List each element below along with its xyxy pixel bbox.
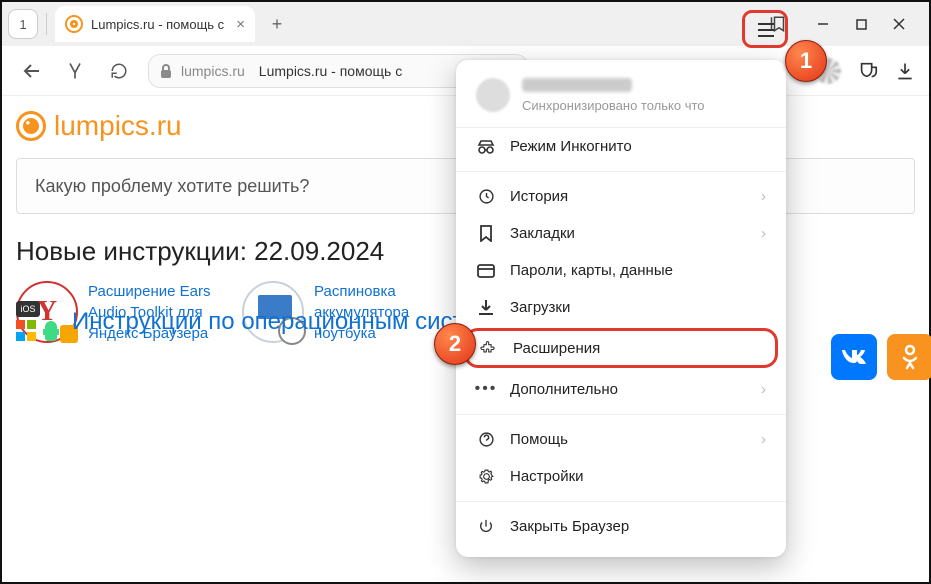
close-tab-icon[interactable]: × [236,16,245,33]
social-buttons [831,334,931,380]
menu-passwords[interactable]: Пароли, карты, данные [456,252,786,289]
menu-separator [456,501,786,502]
callout-1: 1 [785,40,827,82]
menu-settings[interactable]: Настройки [456,458,786,495]
gear-icon [476,468,496,485]
windows-icon [16,320,38,342]
menu-separator [456,171,786,172]
maximize-button[interactable] [843,8,879,40]
tab-bar: 1 Lumpics.ru - помощь с × + [2,2,929,46]
sync-status: Синхронизировано только что [522,98,705,113]
history-icon [476,188,496,205]
menu-separator [456,414,786,415]
puzzle-icon [479,339,499,357]
menu-label: Закрыть Браузер [510,518,629,535]
lock-icon [159,63,173,79]
ok-button[interactable] [887,334,931,380]
chevron-right-icon: › [761,381,766,398]
url-domain: lumpics.ru [181,63,245,79]
url-title: Lumpics.ru - помощь с [259,63,402,79]
ios-icon: iOS [16,301,40,317]
dots-icon: ••• [476,380,496,398]
menu-history[interactable]: История › [456,178,786,215]
menu-close-browser[interactable]: Закрыть Браузер [456,508,786,545]
incognito-icon [476,140,496,154]
menu-label: Загрузки [510,299,570,316]
callout-2: 2 [434,323,476,365]
highlight-hamburger [742,10,788,48]
os-icons: iOS [16,301,60,342]
tab-title: Lumpics.ru - помощь с [91,17,224,32]
bookmark-icon [476,225,496,242]
orange-icon [16,111,46,141]
downloads-icon[interactable] [895,61,915,81]
reload-button[interactable] [104,57,134,85]
chevron-right-icon: › [761,431,766,448]
separator [46,13,47,35]
menu-extensions[interactable]: Расширения [464,328,778,368]
menu-label: История [510,188,568,205]
chevron-right-icon: › [761,225,766,242]
power-icon [476,518,496,535]
window-controls [805,8,917,40]
extension-shield-icon[interactable] [857,60,879,82]
menu-label: Режим Инкогнито [510,138,632,155]
menu-bookmarks[interactable]: Закладки › [456,215,786,252]
card-icon [476,264,496,278]
menu-label: Помощь [510,431,568,448]
menu-label: Пароли, карты, данные [510,262,673,279]
main-menu-dropdown: Синхронизировано только что Режим Инкогн… [456,60,786,557]
menu-label: Дополнительно [510,381,618,398]
download-icon [476,299,496,316]
menu-help[interactable]: Помощь › [456,421,786,458]
logo-text: lumpics.ru [54,110,182,142]
minimize-button[interactable] [805,8,841,40]
menu-label: Расширения [513,340,600,357]
menu-label: Настройки [510,468,584,485]
android-icon [42,321,60,341]
tabs-count-button[interactable]: 1 [8,9,38,39]
menu-label: Закладки [510,225,575,242]
new-tab-button[interactable]: + [263,10,291,38]
menu-more[interactable]: ••• Дополнительно › [456,370,786,408]
menu-incognito[interactable]: Режим Инкогнито [456,128,786,165]
chevron-right-icon: › [761,188,766,205]
avatar [476,78,510,112]
close-window-button[interactable] [881,8,917,40]
favicon-icon [65,15,83,33]
help-icon [476,431,496,448]
browser-tab[interactable]: Lumpics.ru - помощь с × [55,6,255,42]
yandex-home-button[interactable] [60,57,90,85]
profile-section[interactable]: Синхронизировано только что [456,72,786,128]
profile-name-blurred [522,78,632,92]
vk-button[interactable] [831,334,877,380]
menu-downloads[interactable]: Загрузки [456,289,786,326]
back-button[interactable] [16,57,46,85]
